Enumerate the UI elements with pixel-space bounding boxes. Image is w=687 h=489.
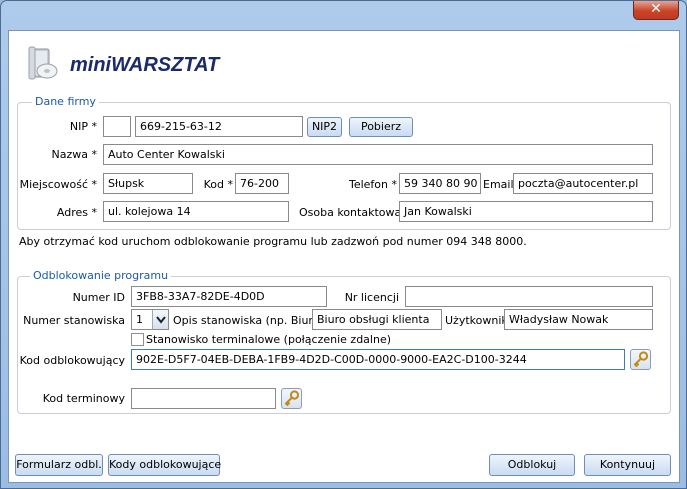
address-label: Adres *	[56, 206, 97, 219]
chevron-down-icon[interactable]	[152, 310, 168, 329]
id-label: Numer ID	[72, 291, 125, 304]
license-label: Nr licencji	[344, 291, 399, 304]
terminal-code-key-button[interactable]	[281, 388, 302, 409]
company-group-title: Dane firmy	[32, 95, 99, 109]
station-desc-label: Opis stanowiska (np. Biuro)	[173, 314, 324, 327]
unlock-button[interactable]: Odblokuj	[489, 454, 575, 476]
postcode-input[interactable]: 76-200	[235, 173, 289, 194]
key-icon	[285, 390, 300, 406]
unlock-code-label: Kod odblokowujący	[19, 354, 125, 367]
terminal-checkbox-label: Stanowisko terminalowe (połączenie zdaln…	[146, 333, 392, 346]
unlock-group-title: Odblokowanie programu	[30, 269, 172, 283]
unlock-code-input[interactable]: 902E-D5F7-04EB-DEBA-1FB9-4D2D-C00D-0000-…	[131, 349, 625, 370]
unlock-codes-button[interactable]: Kody odblokowujące	[108, 454, 221, 476]
station-select-value: 1	[136, 313, 143, 326]
user-input[interactable]: Władysław Nowak	[504, 309, 653, 330]
info-text: Aby otrzymać kod uruchom odblokowanie pr…	[19, 235, 527, 248]
dialog-content: miniWARSZTAT Dane firmy NIP * 669-215-63…	[8, 30, 680, 483]
unlock-code-key-button[interactable]	[630, 349, 651, 370]
app-title: miniWARSZTAT	[70, 54, 220, 76]
terminal-checkbox[interactable]	[131, 333, 144, 346]
station-desc-input[interactable]: Biuro obsługi klienta	[312, 309, 442, 330]
nip2-button[interactable]: NIP2	[307, 117, 342, 137]
phone-label: Telefon *	[348, 178, 397, 191]
user-label: Użytkownik	[445, 314, 508, 327]
email-label: Email	[483, 178, 514, 191]
terminal-code-label: Kod terminowy	[42, 392, 125, 405]
city-label: Miejscowość *	[19, 178, 97, 191]
nip-label: NIP *	[69, 120, 97, 133]
name-input[interactable]: Auto Center Kowalski	[103, 144, 653, 165]
city-input[interactable]: Słupsk	[103, 173, 193, 194]
address-input[interactable]: ul. kolejowa 14	[103, 201, 289, 222]
terminal-code-input[interactable]	[131, 388, 276, 409]
id-input[interactable]: 3FB8-33A7-82DE-4D0D	[131, 286, 327, 307]
key-icon	[634, 351, 649, 367]
contact-input[interactable]: Jan Kowalski	[399, 201, 653, 222]
contact-label: Osoba kontaktowa	[299, 206, 402, 219]
nip-input[interactable]: 669-215-63-12	[135, 116, 303, 137]
station-label: Numer stanowiska	[23, 314, 125, 327]
unlock-form-button[interactable]: Formularz odbl.	[15, 454, 103, 476]
dialog-window: ✕ miniWARSZTAT Dane firmy NIP * 669-215-…	[0, 0, 687, 489]
close-button[interactable]: ✕	[633, 1, 679, 20]
station-select[interactable]: 1	[131, 309, 169, 330]
email-input[interactable]: poczta@autocenter.pl	[513, 173, 653, 194]
close-icon: ✕	[650, 1, 662, 17]
continue-button[interactable]: Kontynuuj	[584, 454, 671, 476]
app-logo-icon	[27, 43, 59, 83]
name-label: Nazwa *	[51, 148, 97, 161]
license-input[interactable]	[405, 286, 653, 307]
fetch-button[interactable]: Pobierz	[349, 117, 413, 137]
nip-prefix-input[interactable]	[103, 116, 131, 137]
phone-input[interactable]: 59 340 80 90	[399, 173, 481, 194]
postcode-label: Kod *	[203, 178, 233, 191]
